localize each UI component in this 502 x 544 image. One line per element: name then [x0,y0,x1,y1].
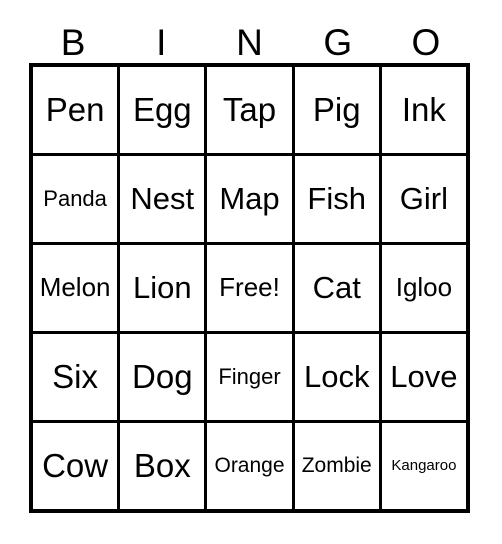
bingo-cell[interactable]: Nest [120,156,208,242]
bingo-cell-label: Egg [132,90,192,128]
bingo-cell-label: Fish [307,180,366,216]
bingo-cell[interactable]: Girl [381,156,467,242]
bingo-cell[interactable]: Tap [207,67,295,153]
bingo-cell[interactable]: Egg [120,67,208,153]
bingo-header-row: B I N G O [29,8,470,63]
bingo-cell-label: Girl [399,180,449,216]
bingo-cell-label: Ink [401,90,446,128]
bingo-cell[interactable]: Cat [294,245,382,331]
bingo-cell-label: Tap [222,90,277,128]
bingo-row: Panda Nest Map Fish Girl [33,156,467,245]
bingo-cell[interactable]: Fish [294,156,382,242]
bingo-header-letter-o: O [411,22,441,63]
bingo-cell-label: Pig [312,90,361,128]
bingo-card: B I N G O Pen Egg Tap Pig Ink Panda Nest Map Fis… [29,8,470,518]
bingo-cell-label: Pen [45,90,105,128]
bingo-cell[interactable]: Melon [33,245,121,331]
bingo-row: Cow Box Orange Zombie Kangaroo [33,423,467,509]
bingo-cell[interactable]: Finger [207,334,295,420]
bingo-header-letter-g: G [323,22,353,63]
bingo-header-letter-n: N [236,22,263,63]
bingo-cell[interactable]: Kangaroo [381,423,467,509]
bingo-cell-label: Lion [133,269,192,305]
bingo-cell[interactable]: Love [381,334,467,420]
bingo-header-letter-i: I [156,22,167,63]
bingo-cell[interactable]: Map [207,156,295,242]
bingo-cell-label: Box [133,446,191,484]
bingo-cell-label: Kangaroo [391,457,457,475]
bingo-grid: Pen Egg Tap Pig Ink Panda Nest Map Fish Girl Melon… [29,63,470,513]
bingo-cell[interactable]: Zombie [294,423,382,509]
bingo-cell-label: Zombie [301,453,372,477]
bingo-cell-label: Finger [218,364,281,390]
bingo-cell-label: Igloo [395,272,453,303]
bingo-header-letter-b: B [60,22,86,63]
bingo-cell-label: Cow [42,446,109,484]
bingo-cell-label: Six [52,357,99,395]
bingo-cell[interactable]: Panda [33,156,121,242]
bingo-cell[interactable]: Lock [294,334,382,420]
bingo-cell[interactable]: Dog [120,334,208,420]
bingo-cell-label: Panda [43,186,107,212]
bingo-cell[interactable]: Pig [294,67,382,153]
bingo-cell[interactable]: Lion [120,245,208,331]
bingo-cell-label: Dog [132,357,193,395]
bingo-cell[interactable]: Orange [207,423,295,509]
bingo-cell-label: Melon [39,272,111,303]
bingo-cell-label: Lock [303,358,370,394]
bingo-cell-label: Map [219,180,280,216]
bingo-cell[interactable]: Ink [381,67,467,153]
bingo-cell-label: Cat [312,269,361,305]
bingo-cell-label: Love [390,358,458,394]
bingo-cell-label: Free! [219,272,280,303]
bingo-cell[interactable]: Six [33,334,121,420]
bingo-cell-label: Orange [214,453,285,477]
bingo-free-space-cell[interactable]: Free! [207,245,295,331]
bingo-cell[interactable]: Pen [33,67,121,153]
bingo-row: Melon Lion Free! Cat Igloo [33,245,467,334]
bingo-row: Six Dog Finger Lock Love [33,334,467,423]
bingo-cell[interactable]: Box [120,423,208,509]
bingo-cell[interactable]: Cow [33,423,121,509]
bingo-cell-label: Nest [130,180,195,216]
bingo-cell[interactable]: Igloo [381,245,467,331]
bingo-row: Pen Egg Tap Pig Ink [33,67,467,156]
